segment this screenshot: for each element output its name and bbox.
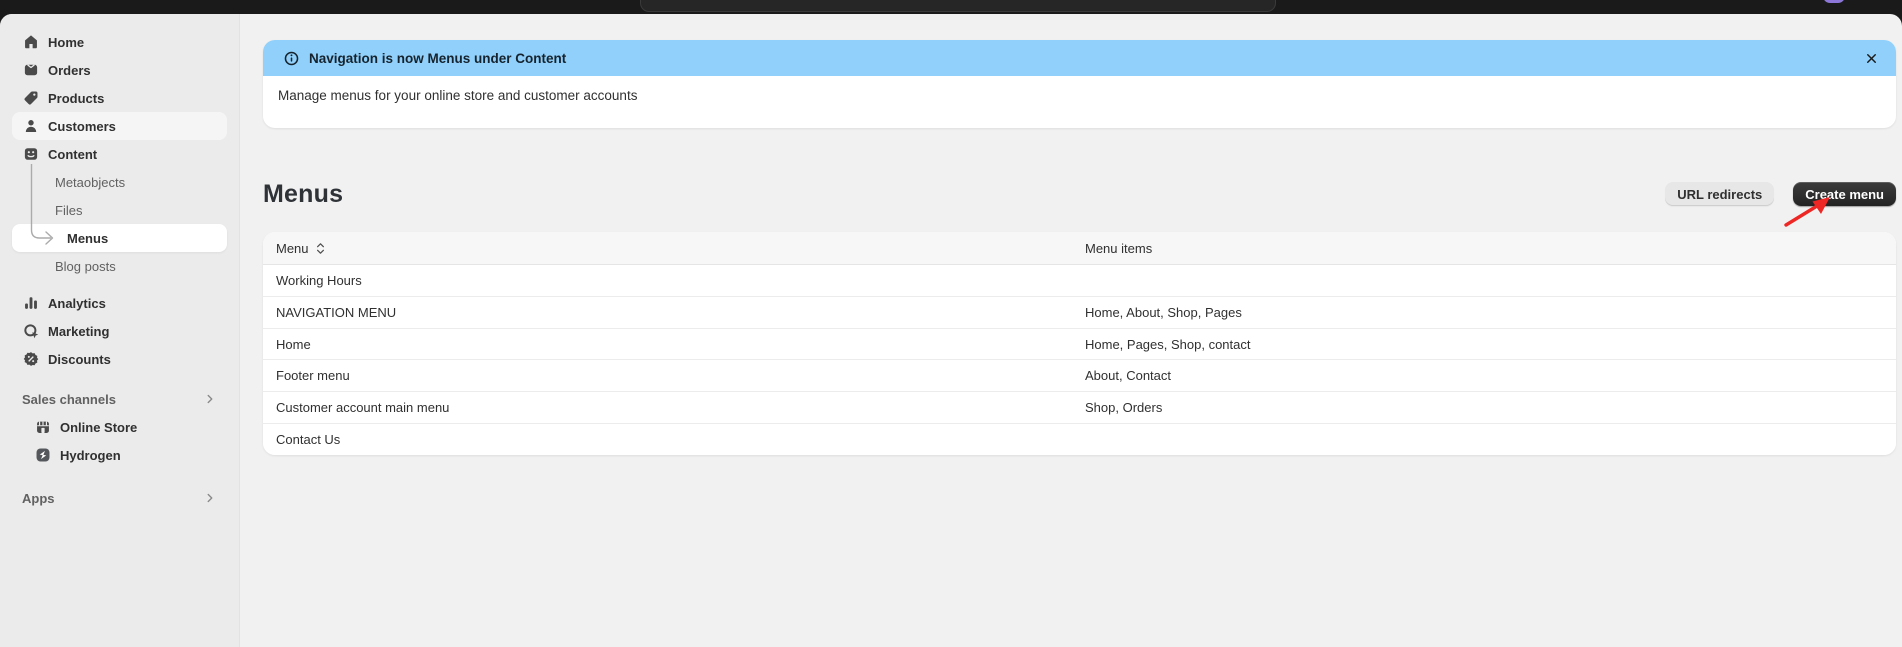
page-actions: URL redirects Create menu [1665,182,1896,206]
sidebar-item-label: Analytics [48,296,106,311]
chevron-right-icon [203,491,217,505]
sidebar-item-hydrogen[interactable]: Hydrogen [12,441,227,469]
chevron-right-icon [203,392,217,406]
sort-icon [315,242,326,255]
page-title: Menus [263,180,343,209]
sidebar: Home Orders Products Customers Content M… [0,14,240,647]
content-icon [22,145,40,163]
sidebar-item-customers[interactable]: Customers [12,112,227,140]
table-row[interactable]: Home Home, Pages, Shop, contact [263,328,1896,360]
menu-name-cell: Footer menu [263,368,1085,383]
table-row[interactable]: Working Hours [263,265,1896,296]
menus-table: Menu Menu items Working Hours NAVIGATION… [263,232,1896,455]
discounts-icon [22,350,40,368]
app-surface: Home Orders Products Customers Content M… [0,14,1902,647]
menu-name-cell: Customer account main menu [263,400,1085,415]
menu-items-cell: Shop, Orders [1085,400,1896,415]
apps-label: Apps [22,491,55,506]
avatar[interactable] [1823,0,1845,3]
sidebar-item-label: Products [48,91,104,106]
sidebar-item-label: Orders [48,63,91,78]
home-icon [22,33,40,51]
column-header-menu-items: Menu items [1085,241,1896,256]
menu-name-cell: Home [263,337,1085,352]
close-banner-button[interactable] [1860,47,1882,69]
search-input[interactable] [640,0,1276,12]
column-header-menu[interactable]: Menu [276,241,326,256]
close-icon [1864,51,1879,66]
banner-description: Manage menus for your online store and c… [263,76,1896,103]
sidebar-item-files[interactable]: Files [12,196,227,224]
url-redirects-button[interactable]: URL redirects [1665,182,1774,206]
page-header: Menus URL redirects Create menu [263,174,1896,214]
sidebar-item-label: Menus [67,231,108,246]
sidebar-item-label: Metaobjects [55,175,125,190]
sidebar-item-content[interactable]: Content [12,140,227,168]
online-store-icon [34,418,52,436]
sidebar-item-label: Customers [48,119,116,134]
info-banner-header: Navigation is now Menus under Content [263,40,1896,76]
sidebar-item-label: Online Store [60,420,137,435]
sidebar-item-label: Content [48,147,97,162]
table-header-row: Menu Menu items [263,232,1896,265]
sidebar-item-analytics[interactable]: Analytics [12,289,227,317]
table-row[interactable]: Footer menu About, Contact [263,359,1896,391]
hydrogen-icon [34,446,52,464]
analytics-icon [22,294,40,312]
sidebar-item-discounts[interactable]: Discounts [12,345,227,373]
main-content: Navigation is now Menus under Content Ma… [241,14,1902,647]
banner-title: Navigation is now Menus under Content [309,51,566,66]
marketing-icon [22,322,40,340]
table-row[interactable]: NAVIGATION MENU Home, About, Shop, Pages [263,296,1896,328]
sidebar-item-label: Home [48,35,84,50]
table-row[interactable]: Customer account main menu Shop, Orders [263,391,1896,423]
customers-icon [22,117,40,135]
sidebar-item-label: Hydrogen [60,448,121,463]
sidebar-item-orders[interactable]: Orders [12,56,227,84]
create-menu-button[interactable]: Create menu [1793,182,1896,206]
sidebar-item-menus[interactable]: Menus [12,224,227,252]
sales-channels-label: Sales channels [22,392,116,407]
sidebar-item-label: Blog posts [55,259,116,274]
menu-items-cell: About, Contact [1085,368,1896,383]
info-banner: Navigation is now Menus under Content Ma… [263,40,1896,128]
sidebar-item-marketing[interactable]: Marketing [12,317,227,345]
info-icon [283,50,300,67]
sidebar-item-label: Files [55,203,82,218]
table-row[interactable]: Contact Us [263,423,1896,455]
sidebar-item-home[interactable]: Home [12,28,227,56]
orders-icon [22,61,40,79]
sidebar-section-apps[interactable]: Apps [12,484,227,512]
sidebar-section-sales-channels[interactable]: Sales channels [12,385,227,413]
menu-name-cell: NAVIGATION MENU [263,305,1085,320]
sidebar-item-blog-posts[interactable]: Blog posts [12,252,227,280]
column-label: Menu [276,241,309,256]
menu-name-cell: Contact Us [263,432,1085,447]
top-bar [0,0,1902,14]
products-tag-icon [22,89,40,107]
sidebar-item-online-store[interactable]: Online Store [12,413,227,441]
sidebar-item-label: Discounts [48,352,111,367]
sidebar-item-products[interactable]: Products [12,84,227,112]
menu-name-cell: Working Hours [263,273,1085,288]
sidebar-item-metaobjects[interactable]: Metaobjects [12,168,227,196]
menu-items-cell: Home, Pages, Shop, contact [1085,337,1896,352]
menu-items-cell: Home, About, Shop, Pages [1085,305,1896,320]
sidebar-item-label: Marketing [48,324,109,339]
